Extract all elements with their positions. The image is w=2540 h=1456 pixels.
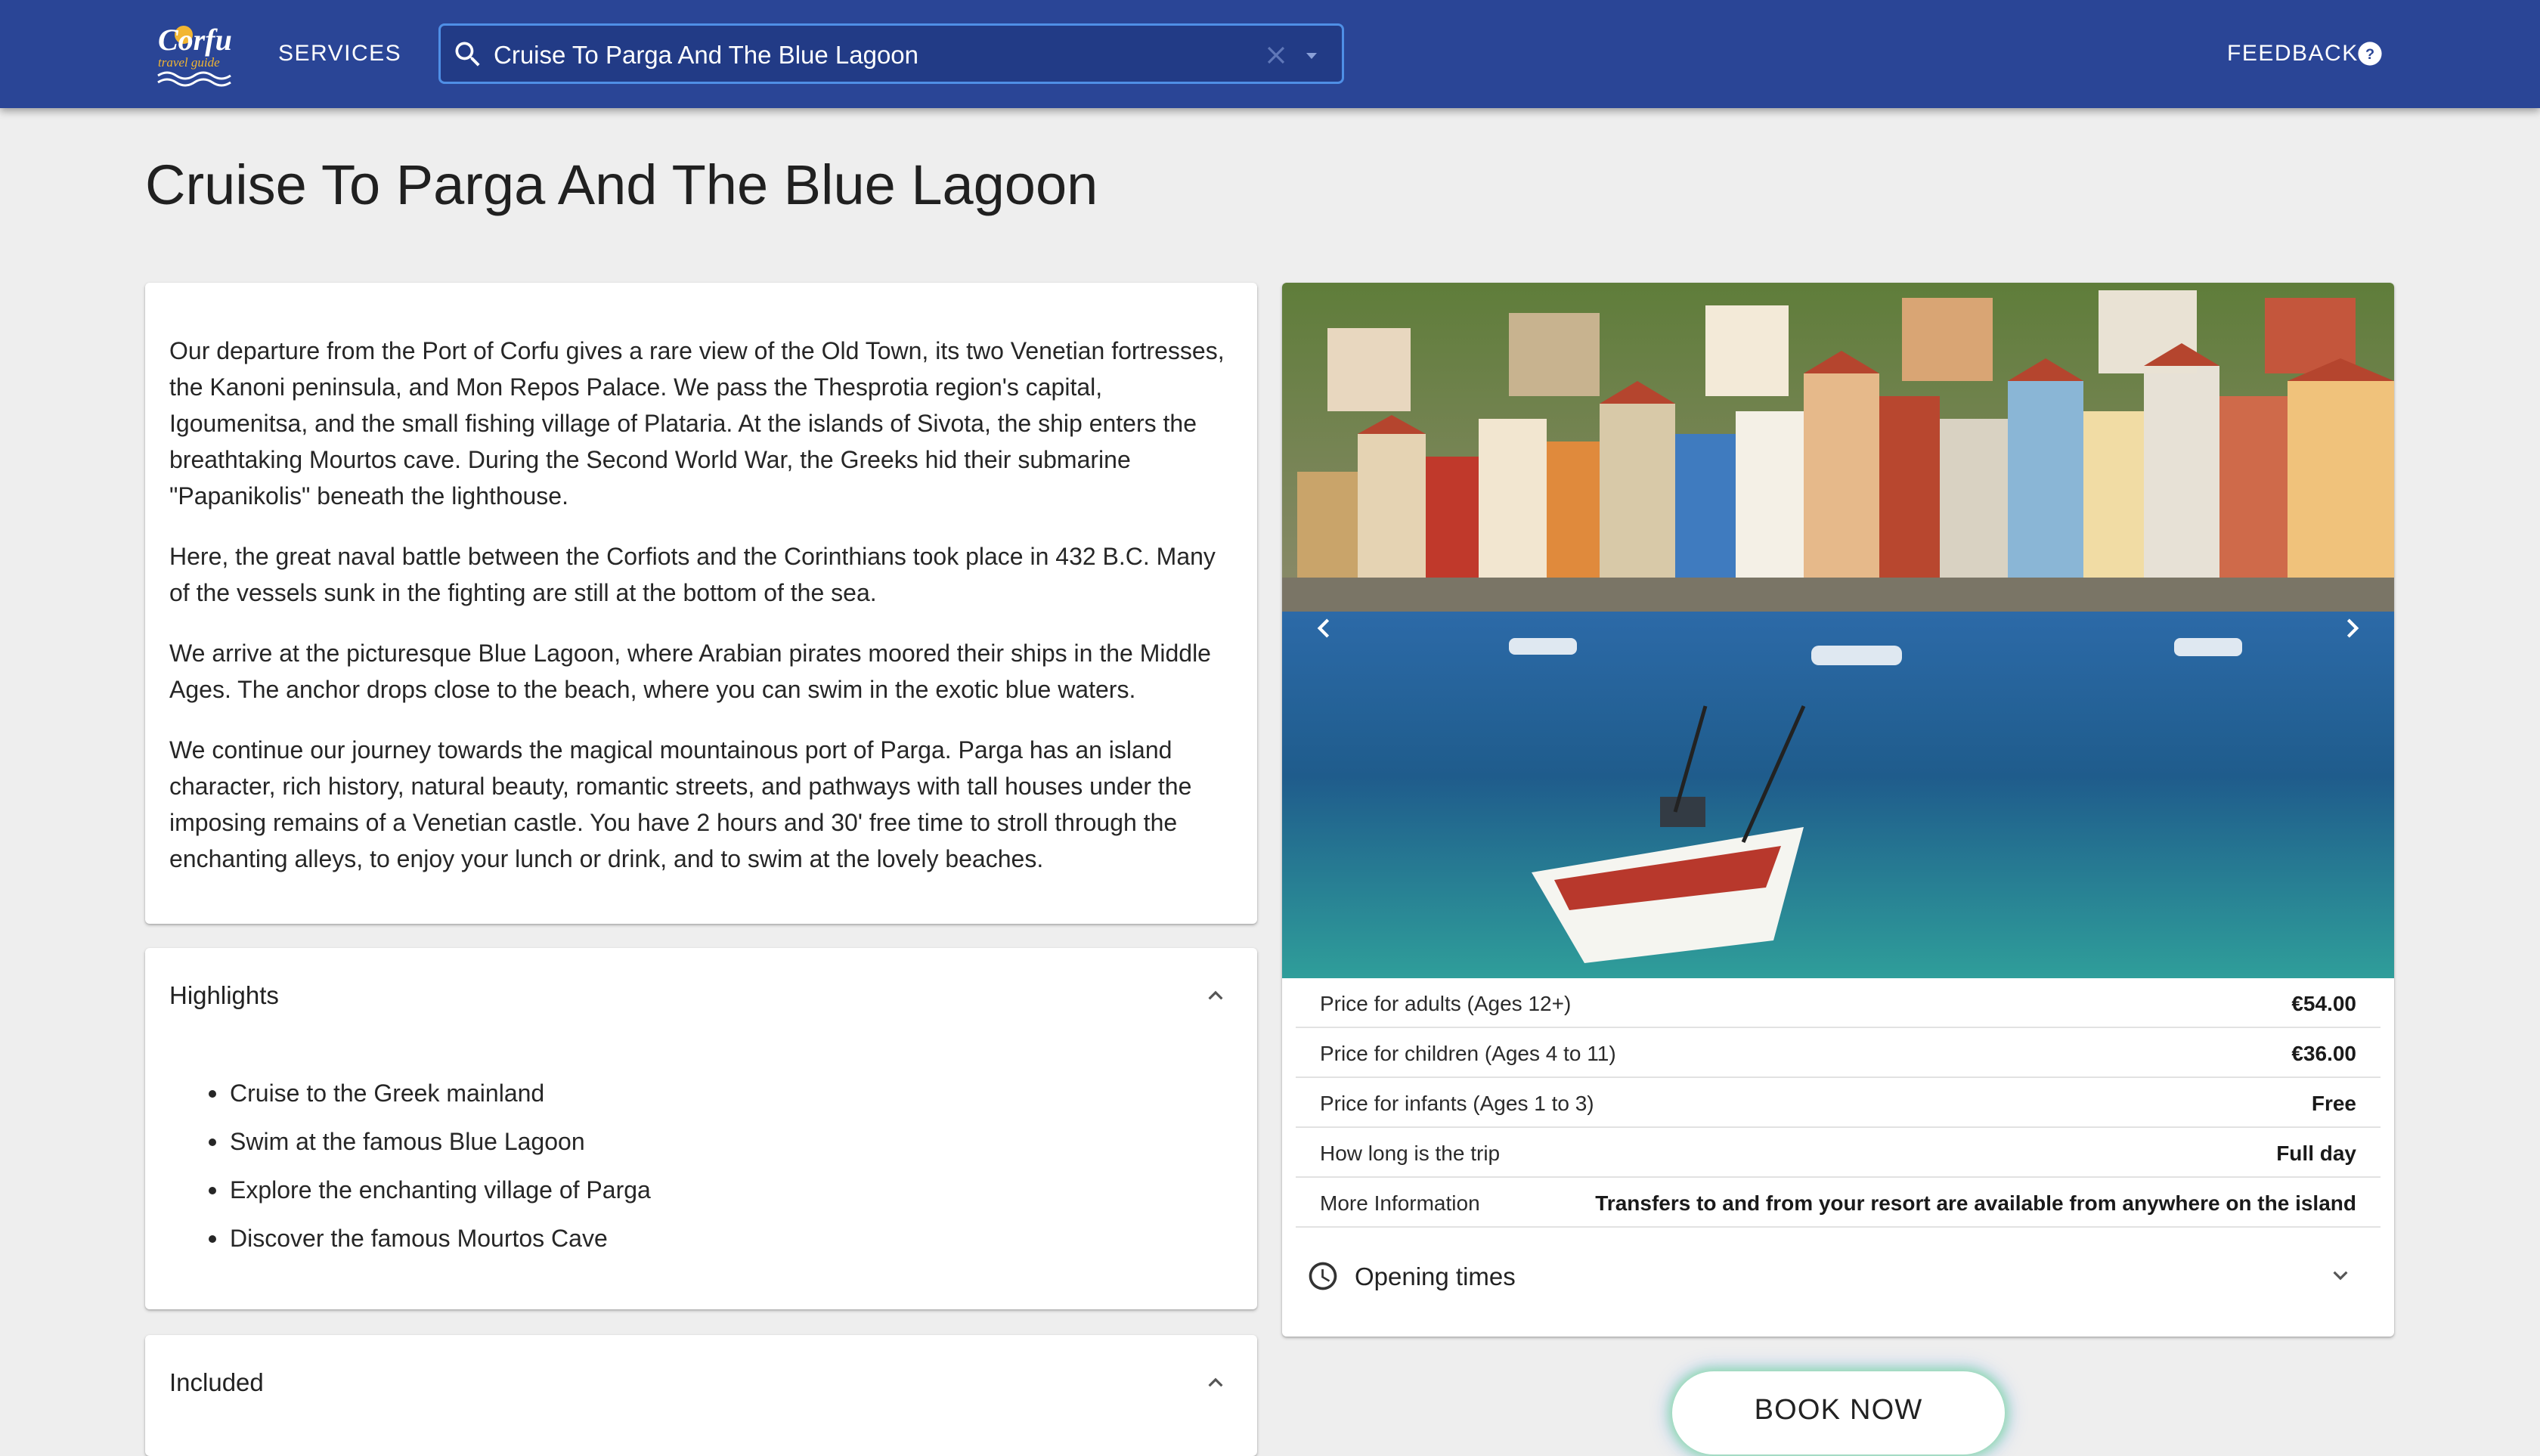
description-paragraph: Our departure from the Port of Corfu giv… [169, 337, 1225, 510]
opening-times-label: Opening times [1355, 1262, 1516, 1290]
list-item: Discover the famous Mourtos Cave [209, 1225, 651, 1273]
price-value: €54.00 [2291, 992, 2356, 1015]
chevron-left-icon[interactable] [1305, 609, 1343, 647]
price-label: More Information [1320, 1191, 1480, 1215]
price-value: Free [2311, 1092, 2356, 1115]
parga-harbour-photo [1282, 283, 2394, 978]
close-icon[interactable] [1262, 41, 1290, 70]
trip-info-card: Price for adults (Ages 12+) €54.00 Price… [1282, 283, 2394, 1337]
list-item: Swim at the famous Blue Lagoon [209, 1128, 651, 1176]
table-row: How long is the trip Full day [1296, 1128, 2380, 1178]
book-now-button[interactable]: BOOK NOW [1672, 1371, 2005, 1454]
table-row: Price for infants (Ages 1 to 3) Free [1296, 1078, 2380, 1128]
bullet-icon [209, 1235, 216, 1243]
highlights-list: Cruise to the Greek mainland Swim at the… [209, 1080, 651, 1273]
feedback-button[interactable]: FEEDBACK [2227, 41, 2359, 67]
price-label: Price for children (Ages 4 to 11) [1320, 1042, 1616, 1065]
included-accordion-header[interactable]: Included [169, 1368, 264, 1397]
svg-text:?: ? [2365, 46, 2374, 63]
description-paragraph: Here, the great naval battle between the… [169, 543, 1216, 606]
services-nav-link[interactable]: SERVICES [278, 41, 401, 67]
chevron-up-icon[interactable] [1201, 981, 1230, 1010]
chevron-down-icon[interactable] [2326, 1261, 2355, 1290]
highlights-accordion-header[interactable]: Highlights [169, 981, 279, 1010]
bullet-icon [209, 1187, 216, 1194]
help-icon[interactable]: ? [2357, 41, 2383, 67]
price-label: Price for infants (Ages 1 to 3) [1320, 1092, 1594, 1115]
highlight-text: Explore the enchanting village of Parga [230, 1176, 651, 1204]
search-input[interactable]: Cruise To Parga And The Blue Lagoon [494, 41, 918, 70]
arrow-drop-down-icon[interactable] [1303, 47, 1321, 65]
opening-times-accordion[interactable]: Opening times [1282, 1237, 2394, 1312]
description-card: Our departure from the Port of Corfu giv… [145, 283, 1257, 924]
price-value: €36.00 [2291, 1042, 2356, 1065]
table-row: Price for children (Ages 4 to 11) €36.00 [1296, 1028, 2380, 1078]
logo-text: Corfu [158, 23, 232, 57]
table-row: Price for adults (Ages 12+) €54.00 [1296, 978, 2380, 1028]
bullet-icon [209, 1138, 216, 1146]
image-carousel[interactable] [1282, 283, 2394, 978]
bullet-icon [209, 1090, 216, 1098]
price-label: How long is the trip [1320, 1142, 1501, 1165]
chevron-up-icon[interactable] [1201, 1368, 1230, 1397]
highlight-text: Cruise to the Greek mainland [230, 1080, 545, 1107]
description-paragraph: We arrive at the picturesque Blue Lagoon… [169, 640, 1211, 703]
price-label: Price for adults (Ages 12+) [1320, 992, 1572, 1015]
page-title: Cruise To Parga And The Blue Lagoon [145, 153, 1098, 216]
clock-icon [1306, 1259, 1340, 1293]
highlight-text: Swim at the famous Blue Lagoon [230, 1128, 585, 1155]
search-field[interactable]: Cruise To Parga And The Blue Lagoon [438, 23, 1344, 84]
corfu-travel-guide-logo[interactable]: Corfu travel guide [153, 15, 235, 88]
chevron-right-icon[interactable] [2334, 609, 2371, 647]
highlight-text: Discover the famous Mourtos Cave [230, 1225, 608, 1252]
price-value: Full day [2276, 1142, 2356, 1165]
description-paragraph: We continue our journey towards the magi… [169, 736, 1192, 872]
table-row: More Information Transfers to and from y… [1296, 1178, 2380, 1228]
included-accordion: Included [145, 1335, 1257, 1456]
logo-subtext: travel guide [158, 55, 220, 70]
search-icon [451, 38, 485, 71]
price-value: Transfers to and from your resort are av… [1595, 1191, 2356, 1215]
price-table: Price for adults (Ages 12+) €54.00 Price… [1296, 978, 2380, 1228]
highlights-accordion: Highlights Cruise to the Greek mainland … [145, 948, 1257, 1309]
list-item: Explore the enchanting village of Parga [209, 1176, 651, 1225]
list-item: Cruise to the Greek mainland [209, 1080, 651, 1128]
app-bar: Corfu travel guide SERVICES Cruise To Pa… [0, 0, 2540, 108]
